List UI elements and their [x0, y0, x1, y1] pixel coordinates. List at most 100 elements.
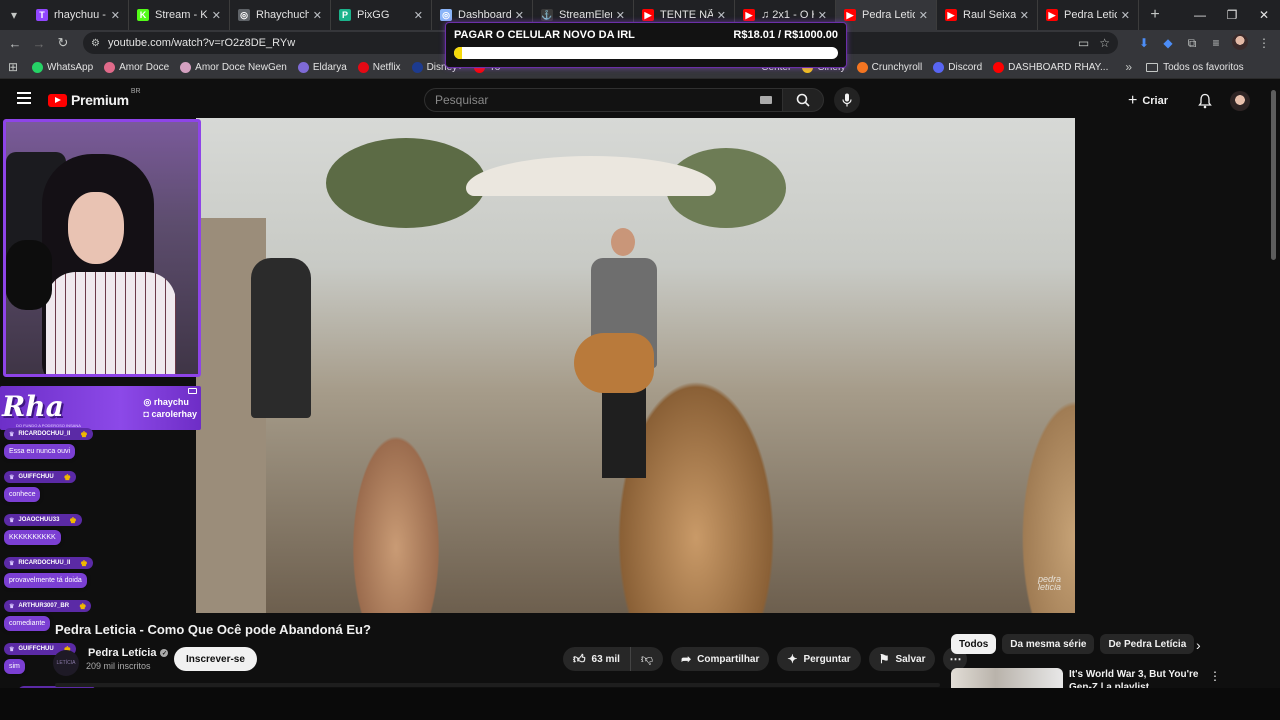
- search-button[interactable]: [782, 88, 824, 112]
- tab-close-icon[interactable]: ✕: [1121, 9, 1130, 22]
- chat-username: ♛ RICARDOCHUU_II ♚: [4, 557, 93, 569]
- save-button[interactable]: ⚑ Salvar: [868, 647, 936, 671]
- page-scrollbar[interactable]: [1271, 84, 1277, 684]
- verified-check-icon: ✓: [160, 649, 169, 657]
- theater-background: [1075, 118, 1270, 613]
- browser-tab[interactable]: Trhaychuu - Twitch ✕: [28, 0, 129, 30]
- tab-close-icon[interactable]: ✕: [919, 9, 928, 22]
- chat-badge-icon: ♛: [9, 517, 15, 524]
- social-handles: ◎ rhaychu ◘ carolerhay: [144, 396, 197, 420]
- back-icon[interactable]: ←: [3, 36, 27, 51]
- browser-tab[interactable]: P PixGG ✕: [331, 0, 432, 30]
- tab-search-icon[interactable]: ▾: [0, 0, 28, 30]
- browser-tab[interactable]: ▶ Raul Seixas - Vem ✕: [937, 0, 1038, 30]
- minimize-icon[interactable]: —: [1184, 0, 1216, 30]
- bookmark-item[interactable]: Discord: [933, 61, 982, 73]
- gem-extension-icon[interactable]: ◆: [1156, 36, 1180, 50]
- create-button[interactable]: + Criar: [1118, 89, 1178, 113]
- sparkle-icon: ✦: [787, 652, 798, 666]
- plus-icon: +: [1127, 92, 1138, 109]
- bookmark-item[interactable]: Amor Doce NewGen: [180, 61, 287, 73]
- bookmark-item[interactable]: Eldarya: [297, 61, 347, 73]
- bookmark-favicon: [104, 61, 116, 73]
- more-bookmarks-icon[interactable]: »: [1125, 60, 1132, 74]
- download-extension-icon[interactable]: ⬇: [1132, 36, 1156, 50]
- browser-tab[interactable]: ◎ Rhaychuchu ✕: [230, 0, 331, 30]
- subscribe-button[interactable]: Inscrever-se: [174, 647, 257, 671]
- dislike-button[interactable]: 👎︎: [631, 647, 663, 671]
- recommendation-menu-icon[interactable]: ⋮: [1209, 669, 1221, 683]
- bookmark-star-icon[interactable]: ☆: [1099, 36, 1110, 50]
- keyboard-icon[interactable]: [760, 96, 773, 104]
- extensions-puzzle-icon[interactable]: ⧉: [1180, 36, 1204, 51]
- tab-title: StreamElements: [559, 9, 612, 21]
- bookmarks-left: WhatsApp Amor Doce Amor Doce NewGen Eldarya…: [32, 61, 511, 73]
- voice-search-button[interactable]: [834, 87, 860, 113]
- forward-icon[interactable]: →: [27, 36, 51, 51]
- tab-close-icon[interactable]: ✕: [616, 9, 625, 22]
- scrollbar-thumb[interactable]: [1271, 90, 1276, 260]
- notifications-button[interactable]: [1192, 88, 1218, 114]
- ask-button[interactable]: ✦ Perguntar: [777, 647, 861, 671]
- browser-tab[interactable]: ▶ Pedra Leticia - Como ✕: [836, 0, 937, 30]
- maximize-icon[interactable]: ❐: [1216, 0, 1248, 30]
- share-button[interactable]: ➦ Compartilhar: [671, 647, 770, 671]
- close-window-icon[interactable]: ✕: [1248, 0, 1280, 30]
- youtube-premium-logo[interactable]: Premium BR: [48, 88, 141, 108]
- bookmark-label: DASHBOARD RHAY...: [1008, 61, 1109, 73]
- tab-close-icon[interactable]: ✕: [212, 9, 221, 22]
- tab-close-icon[interactable]: ✕: [1020, 9, 1029, 22]
- browser-menu-icon[interactable]: ⋮: [1252, 36, 1276, 50]
- like-button[interactable]: 👍︎ 63 mil: [563, 647, 631, 671]
- create-label: Criar: [1142, 95, 1168, 107]
- apps-grid-icon[interactable]: ⊞: [0, 60, 26, 74]
- chat-username: ♛ ARTHUR3007_BR ♚: [4, 600, 92, 612]
- chat-text: comediante: [4, 616, 51, 631]
- bookmark-label: WhatsApp: [47, 61, 94, 73]
- chat-username: ♛ RICARDOCHUU_II ♚: [4, 428, 93, 440]
- channel-name[interactable]: Pedra Letícia ✓: [88, 647, 169, 659]
- all-bookmarks-folder[interactable]: Todos os favoritos: [1146, 62, 1244, 73]
- video-player[interactable]: pedra leticia: [196, 118, 1075, 613]
- reload-icon[interactable]: ↻: [51, 35, 75, 51]
- tab-favicon: K: [137, 9, 149, 21]
- chevron-right-icon[interactable]: ›: [1196, 637, 1201, 653]
- tab-close-icon[interactable]: ✕: [414, 9, 423, 22]
- video-actions: 👍︎ 63 mil 👎︎ ➦ Compartilhar ✦ Perguntar …: [563, 647, 968, 671]
- account-avatar[interactable]: [1230, 91, 1250, 111]
- tab-close-icon[interactable]: ✕: [717, 9, 726, 22]
- filter-chip[interactable]: De Pedra Letícia: [1100, 634, 1195, 654]
- folder-icon: [1146, 62, 1159, 72]
- bookmark-item[interactable]: Crunchyroll: [856, 61, 922, 73]
- bookmark-favicon: [411, 61, 423, 73]
- chat-message: ♛ RICARDOCHUU_II ♚ provavelmente tá doida: [4, 557, 93, 588]
- browser-tab[interactable]: K Stream - Kick Dashboard ✕: [129, 0, 230, 30]
- video-scene-cameraman: [251, 258, 311, 418]
- tab-close-icon[interactable]: ✕: [313, 9, 322, 22]
- bookmark-item[interactable]: Amor Doce: [104, 61, 169, 73]
- bookmark-item[interactable]: DASHBOARD RHAY...: [993, 61, 1109, 73]
- media-control-icon[interactable]: ≡: [1204, 36, 1228, 50]
- tab-favicon: P: [339, 9, 351, 21]
- new-tab-button[interactable]: +: [1143, 6, 1167, 24]
- tab-title: TENTE NÃO CANTAR: [660, 9, 713, 21]
- chat-badge-icon: ♛: [9, 560, 15, 567]
- browser-tab[interactable]: ▶ Pedra Leticia - Como ✕: [1038, 0, 1139, 30]
- site-info-icon[interactable]: ⚙: [91, 38, 100, 49]
- menu-icon[interactable]: [17, 92, 31, 104]
- chat-message: ♛ RICARDOCHUU_II ♚ Essa eu nunca ouvi: [4, 428, 93, 459]
- bookmark-item[interactable]: Netflix: [357, 61, 401, 73]
- filter-chip[interactable]: Todos: [951, 634, 997, 654]
- search-input[interactable]: Pesquisar: [424, 88, 783, 112]
- cast-icon[interactable]: ▭: [1078, 36, 1089, 50]
- channel-avatar[interactable]: LETÍCIA: [53, 650, 79, 676]
- filter-chip[interactable]: Da mesma série: [1002, 634, 1095, 654]
- video-scene-guitar: [574, 333, 654, 393]
- tab-close-icon[interactable]: ✕: [515, 9, 524, 22]
- profile-avatar[interactable]: [1228, 33, 1252, 53]
- tab-close-icon[interactable]: ✕: [818, 9, 827, 22]
- youtube-play-icon: [48, 93, 67, 107]
- tab-title: PixGG: [357, 9, 390, 21]
- bookmark-item[interactable]: WhatsApp: [32, 61, 94, 73]
- tab-close-icon[interactable]: ✕: [111, 9, 120, 22]
